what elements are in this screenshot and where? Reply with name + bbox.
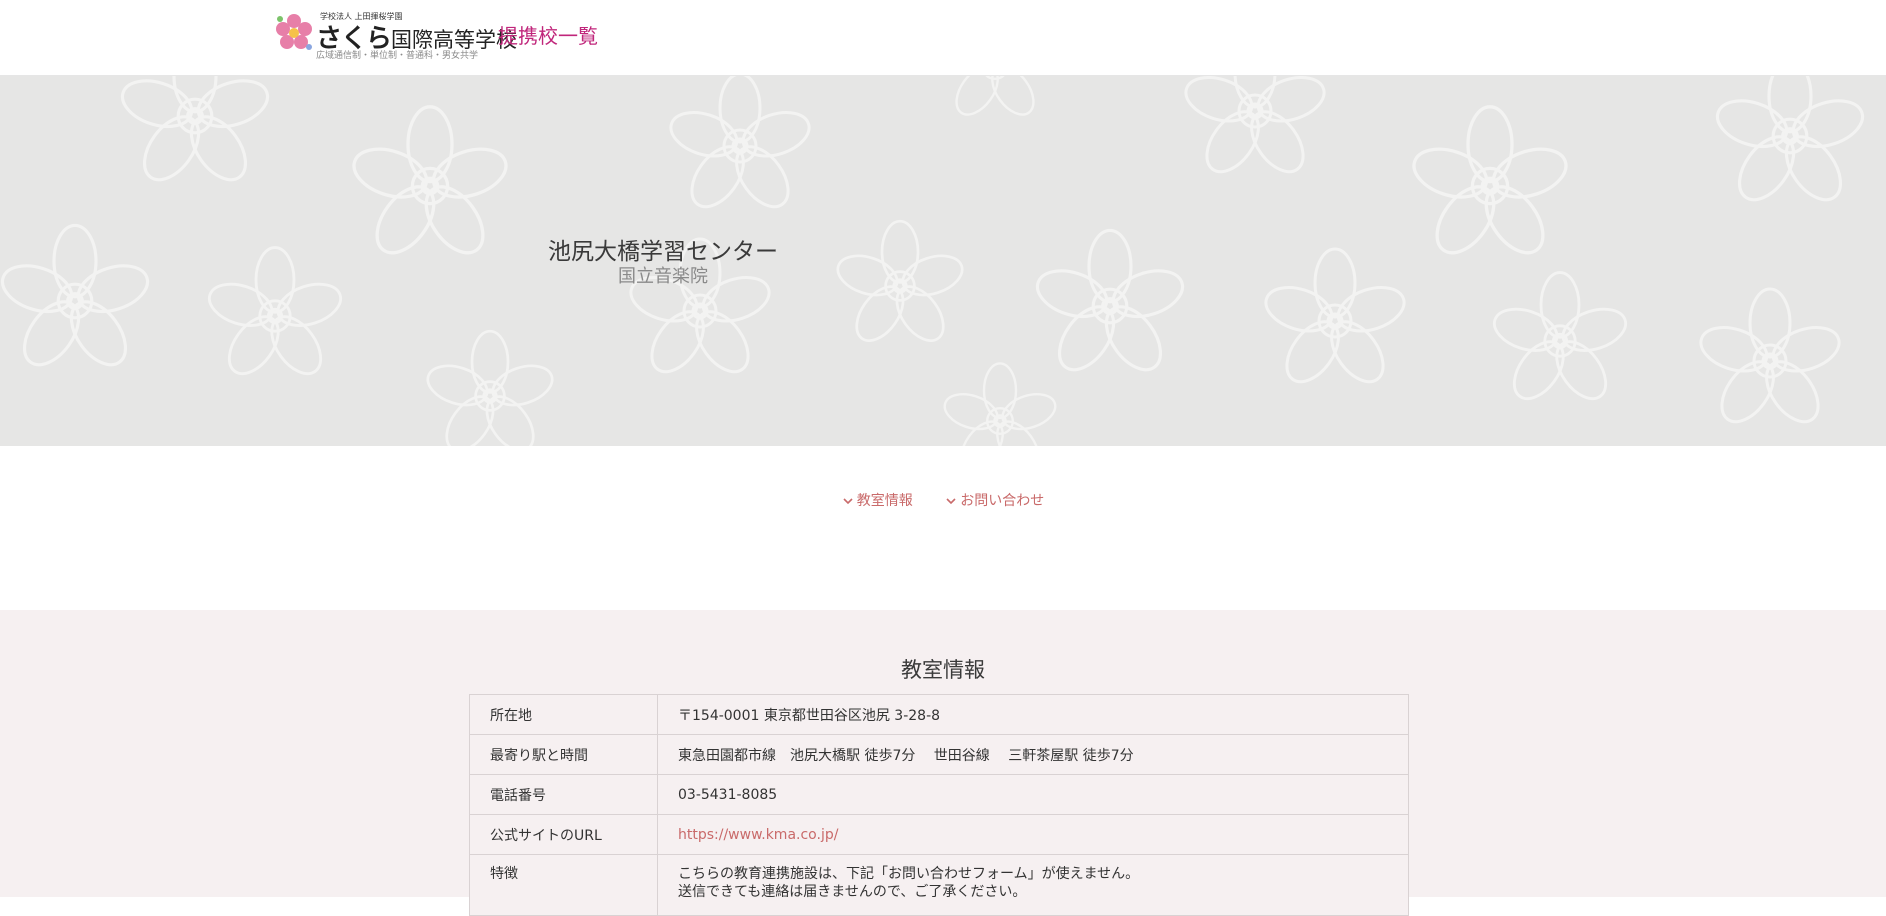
phone-value: 03-5431-8085 (657, 774, 1409, 815)
section-title: 教室情報 (901, 658, 985, 682)
features-line-1: こちらの教育連携施設は、下記「お問い合わせフォーム」が使えません。 (678, 866, 1140, 882)
table-row: 最寄り駅と時間 東急田園都市線 池尻大橋駅 徒歩7分 世田谷線 三軒茶屋駅 徒歩… (469, 734, 1409, 775)
site-header: 学校法人 上田揮桜学園 さくら国際高等学校 広域通信制・単位制・普通科・男女共学… (0, 0, 1886, 76)
features-line-2: 送信できても連絡は届きませんので、ご了承ください。 (678, 884, 1027, 900)
page-anchor-nav: 教室情報 お問い合わせ (0, 490, 1886, 510)
sakura-logo-icon (276, 14, 312, 50)
address-label: 所在地 (469, 694, 658, 735)
anchor-contact-label: お問い合わせ (960, 493, 1045, 509)
logo-subtitle: 広域通信制・単位制・普通科・男女共学 (316, 51, 479, 61)
chevron-down-icon (946, 498, 956, 505)
classroom-info-section: 教室情報 所在地 〒154-0001 東京都世田谷区池尻 3-28-8 最寄り駅… (0, 610, 1886, 916)
institution-name: 国立音楽院 (618, 266, 708, 287)
hero-banner: 池尻大橋学習センター 国立音楽院 (0, 76, 1886, 446)
center-name: 池尻大橋学習センター (548, 239, 778, 265)
anchor-classroom-info[interactable]: 教室情報 (842, 490, 913, 510)
website-label: 公式サイトのURL (469, 814, 658, 855)
features-value: こちらの教育連携施設は、下記「お問い合わせフォーム」が使えません。 送信できても… (657, 854, 1409, 916)
flower-pattern-background (0, 76, 1870, 446)
table-row: 公式サイトのURL https://www.kma.co.jp/ (469, 814, 1409, 855)
website-cell: https://www.kma.co.jp/ (657, 814, 1409, 855)
classroom-info-table: 所在地 〒154-0001 東京都世田谷区池尻 3-28-8 最寄り駅と時間 東… (469, 694, 1409, 916)
table-row: 電話番号 03-5431-8085 (469, 774, 1409, 815)
table-row: 所在地 〒154-0001 東京都世田谷区池尻 3-28-8 (469, 694, 1409, 735)
phone-label: 電話番号 (469, 774, 658, 815)
features-label: 特徴 (469, 854, 658, 916)
website-link[interactable]: https://www.kma.co.jp/ (678, 827, 838, 843)
anchor-classroom-info-label: 教室情報 (856, 493, 913, 509)
nearest-station-label: 最寄り駅と時間 (469, 734, 658, 775)
table-row: 特徴 こちらの教育連携施設は、下記「お問い合わせフォーム」が使えません。 送信で… (469, 854, 1409, 916)
anchor-contact[interactable]: お問い合わせ (945, 490, 1044, 510)
partner-schools-title: 提携校一覧 (498, 24, 598, 48)
nearest-station-value: 東急田園都市線 池尻大橋駅 徒歩7分 世田谷線 三軒茶屋駅 徒歩7分 (657, 734, 1409, 775)
chevron-down-icon (843, 498, 853, 505)
address-value: 〒154-0001 東京都世田谷区池尻 3-28-8 (657, 694, 1409, 735)
